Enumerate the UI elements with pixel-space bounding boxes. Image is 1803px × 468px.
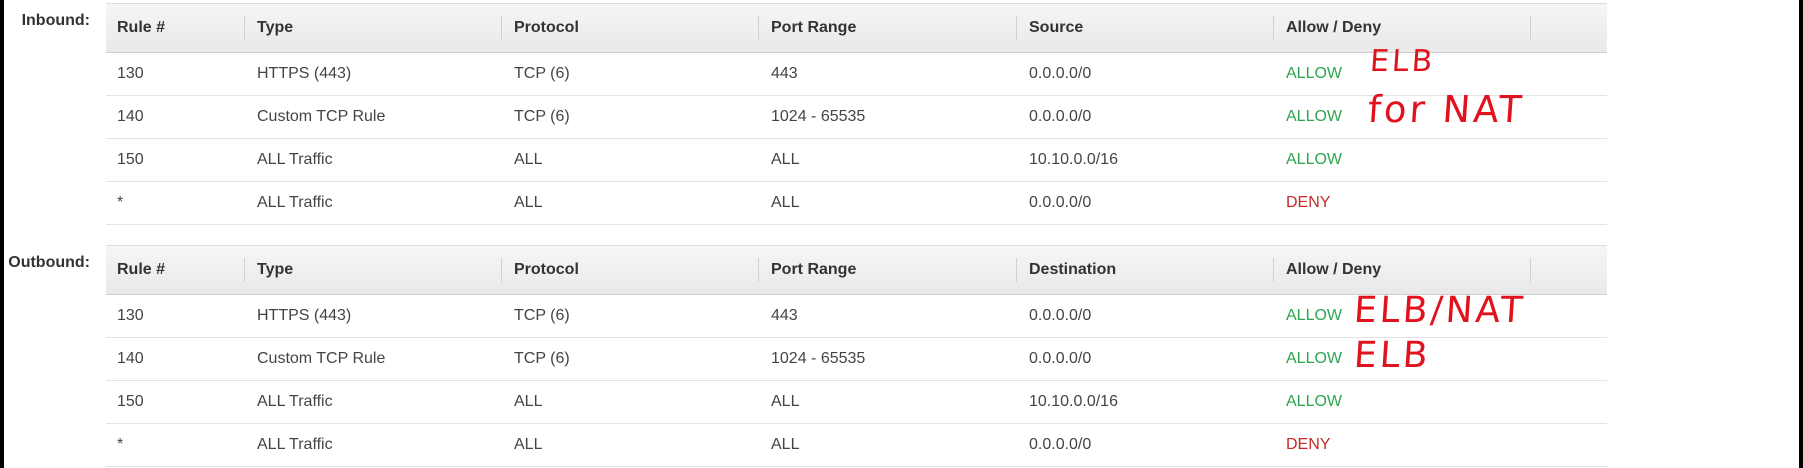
rule-port-range: ALL (771, 151, 800, 168)
column-header-port-range[interactable]: Port Range (771, 246, 856, 294)
rule-source: 0.0.0.0/0 (1029, 108, 1092, 125)
column-header-rule-number[interactable]: Rule # (117, 4, 165, 52)
rule-number: 150 (117, 151, 144, 168)
rule-port-range: 1024 - 65535 (771, 108, 866, 125)
rule-number: * (117, 194, 124, 211)
annotation-inbound-140: for NAT (1366, 88, 1526, 131)
rule-type: ALL Traffic (257, 194, 333, 211)
rule-number: * (117, 436, 124, 453)
rule-port-range: 443 (771, 65, 798, 82)
table-row[interactable]: 150 ALL Traffic ALL ALL 10.10.0.0/16 ALL… (106, 139, 1607, 182)
rule-type: ALL Traffic (257, 436, 333, 453)
annotation-outbound-140: ELB (1352, 335, 1432, 376)
rule-source: 10.10.0.0/16 (1029, 151, 1118, 168)
rule-number: 140 (117, 350, 144, 367)
column-header-type[interactable]: Type (257, 4, 293, 52)
column-divider (1530, 16, 1531, 40)
column-header-allow-deny[interactable]: Allow / Deny (1286, 4, 1381, 52)
outbound-table-header: Rule # Type Protocol Port Range Destinat… (106, 245, 1607, 295)
rule-destination: 0.0.0.0/0 (1029, 307, 1092, 324)
column-divider (1530, 258, 1531, 282)
table-row[interactable]: * ALL Traffic ALL ALL 0.0.0.0/0 DENY (106, 424, 1607, 467)
table-row[interactable]: 150 ALL Traffic ALL ALL 10.10.0.0/16 ALL… (106, 381, 1607, 424)
rule-port-range: ALL (771, 393, 800, 410)
rule-protocol: ALL (514, 436, 543, 453)
outbound-label: Outbound: (8, 254, 90, 271)
rule-source: 0.0.0.0/0 (1029, 194, 1092, 211)
rule-number: 130 (117, 307, 144, 324)
column-divider (1273, 258, 1274, 282)
rule-protocol: TCP (6) (514, 350, 570, 367)
column-divider (244, 258, 245, 282)
rule-action: DENY (1286, 194, 1331, 211)
rule-number: 140 (117, 108, 144, 125)
rule-type: HTTPS (443) (257, 65, 352, 82)
rule-action: ALLOW (1286, 151, 1343, 168)
rule-destination: 0.0.0.0/0 (1029, 436, 1092, 453)
rule-protocol: ALL (514, 194, 543, 211)
rule-number: 150 (117, 393, 144, 410)
rule-action: ALLOW (1286, 108, 1343, 125)
rule-port-range: ALL (771, 436, 800, 453)
rule-source: 0.0.0.0/0 (1029, 65, 1092, 82)
rule-type: Custom TCP Rule (257, 350, 386, 367)
rule-type: ALL Traffic (257, 393, 333, 410)
column-header-allow-deny[interactable]: Allow / Deny (1286, 246, 1381, 294)
rule-destination: 0.0.0.0/0 (1029, 350, 1092, 367)
column-divider (1016, 16, 1017, 40)
rule-action: ALLOW (1286, 307, 1343, 324)
column-header-destination[interactable]: Destination (1029, 246, 1116, 294)
rule-port-range: 443 (771, 307, 798, 324)
rule-type: Custom TCP Rule (257, 108, 386, 125)
column-header-port-range[interactable]: Port Range (771, 4, 856, 52)
column-header-protocol[interactable]: Protocol (514, 4, 579, 52)
screen: Inbound: Rule # Type Protocol Port Range… (4, 0, 1799, 468)
rule-action: ALLOW (1286, 350, 1343, 367)
column-divider (1016, 258, 1017, 282)
rule-action: ALLOW (1286, 393, 1343, 410)
column-header-protocol[interactable]: Protocol (514, 246, 579, 294)
rule-protocol: TCP (6) (514, 307, 570, 324)
rule-action: ALLOW (1286, 65, 1343, 82)
inbound-label: Inbound: (21, 12, 90, 29)
column-divider (758, 258, 759, 282)
column-header-rule-number[interactable]: Rule # (117, 246, 165, 294)
rule-protocol: ALL (514, 393, 543, 410)
rule-protocol: TCP (6) (514, 108, 570, 125)
rule-type: ALL Traffic (257, 151, 333, 168)
column-divider (244, 16, 245, 40)
column-divider (501, 16, 502, 40)
column-header-source[interactable]: Source (1029, 4, 1083, 52)
column-divider (758, 16, 759, 40)
rule-protocol: ALL (514, 151, 543, 168)
table-row[interactable]: * ALL Traffic ALL ALL 0.0.0.0/0 DENY (106, 182, 1607, 225)
rule-protocol: TCP (6) (514, 65, 570, 82)
rule-port-range: 1024 - 65535 (771, 350, 866, 367)
rule-type: HTTPS (443) (257, 307, 352, 324)
column-divider (501, 258, 502, 282)
annotation-outbound-130: ELB/NAT (1352, 290, 1527, 331)
rule-action: DENY (1286, 436, 1331, 453)
column-divider (1273, 16, 1274, 40)
annotation-inbound-130: ELB (1368, 44, 1437, 79)
rule-destination: 10.10.0.0/16 (1029, 393, 1118, 410)
rule-number: 130 (117, 65, 144, 82)
rule-port-range: ALL (771, 194, 800, 211)
column-header-type[interactable]: Type (257, 246, 293, 294)
